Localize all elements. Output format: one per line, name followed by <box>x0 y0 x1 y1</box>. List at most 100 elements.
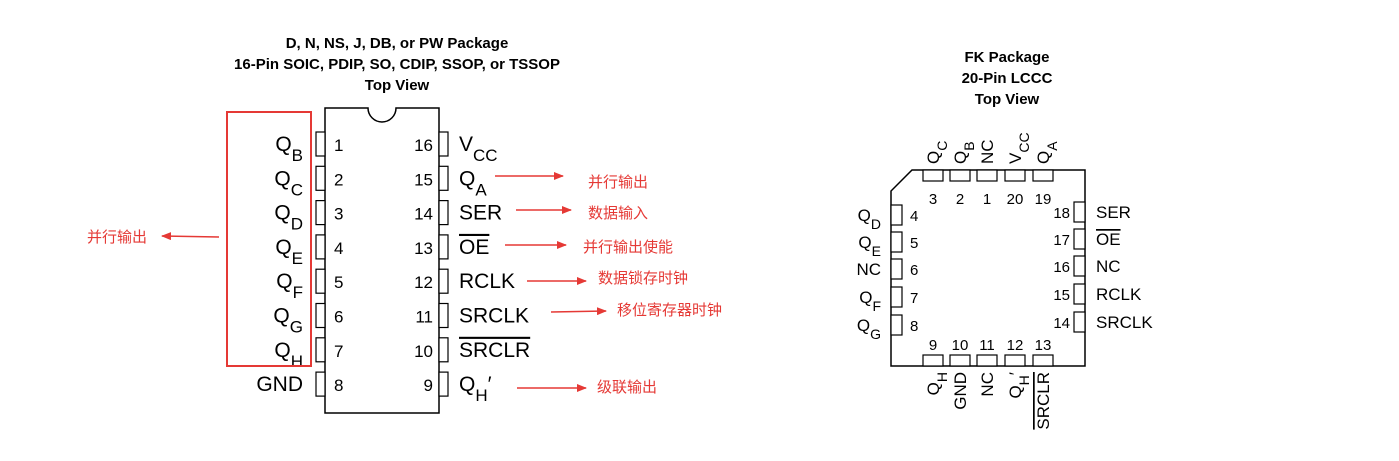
pin-label-qf: QF <box>276 270 303 302</box>
pin-label-nc: NC <box>978 372 997 397</box>
pin-label-rclk: RCLK <box>459 270 515 293</box>
pin-label-qa: QA <box>1034 141 1060 164</box>
pin-number: 14 <box>1053 315 1070 332</box>
pin-lead <box>315 337 326 363</box>
dip-pin-10: 10 SRCLR <box>414 337 530 363</box>
fk-pin-16: 16 NC <box>1053 255 1121 277</box>
pin-lead <box>315 165 326 191</box>
fk-pin-13: 13 SRCLR <box>1032 337 1054 430</box>
pin-label-rclk: RCLK <box>1096 285 1142 304</box>
pin-number: 16 <box>414 136 433 155</box>
pin-number: 16 <box>1053 259 1070 276</box>
fk-title-line-3: Top View <box>975 91 1040 108</box>
annotation-rclk: 数据锁存时钟 <box>598 269 688 287</box>
pin-lead <box>890 286 903 308</box>
pin-lead <box>890 231 903 253</box>
pin-lead <box>949 169 971 182</box>
pin-label-nc: NC <box>856 260 881 279</box>
pin-number: 8 <box>334 376 343 395</box>
pin-lead <box>438 302 449 329</box>
pin-number: 5 <box>334 273 343 292</box>
pin-label-qb: QB <box>275 133 303 165</box>
pin-number: 7 <box>910 290 918 307</box>
pin-lead <box>315 234 326 260</box>
pin-label-gnd: GND <box>951 372 970 410</box>
pin-number: 9 <box>424 376 433 395</box>
pin-label-srclr: SRCLR <box>459 339 530 362</box>
pin-number: 9 <box>929 337 937 354</box>
pin-lead <box>438 234 449 260</box>
pin-lead <box>438 371 449 397</box>
fk-title: FK Package 20-Pin LCCC Top View <box>962 49 1053 108</box>
pin-number: 18 <box>1053 205 1070 222</box>
pin-label-qh: QH <box>924 372 950 395</box>
pin-number: 13 <box>414 239 433 258</box>
pin-lead <box>1073 255 1086 277</box>
pin-lead <box>438 268 449 294</box>
dip-title-line-2: 16-Pin SOIC, PDIP, SO, CDIP, SSOP, or TS… <box>234 56 560 73</box>
pin-number: 6 <box>910 262 918 279</box>
pin-label-qd: QD <box>274 202 303 234</box>
pin-lead <box>1073 201 1086 223</box>
annotation-srclk: 移位寄存器时钟 <box>617 301 722 319</box>
fk-title-line-2: 20-Pin LCCC <box>962 70 1053 87</box>
pin-number: 17 <box>1053 232 1070 249</box>
pin-number: 7 <box>334 342 343 361</box>
pin-number: 4 <box>334 239 343 258</box>
pin-label-qh: QH′ <box>459 373 492 405</box>
pin-lead <box>922 169 944 182</box>
pin-lead <box>890 314 903 336</box>
pin-label-qf: QF <box>859 288 881 314</box>
pin-label-srclk: SRCLK <box>459 305 529 328</box>
annotation-qh-prime: 级联输出 <box>597 378 657 396</box>
pin-label-qg: QG <box>857 316 881 342</box>
pin-number: 15 <box>414 170 433 189</box>
fk-pin-6: 6 NC <box>856 258 918 280</box>
fk-pin-14: 14 SRCLK <box>1053 311 1153 333</box>
pin-lead <box>315 131 326 157</box>
pin-lead <box>976 354 998 367</box>
pin-lead <box>1032 169 1054 182</box>
pin-lead <box>949 354 971 367</box>
annotation-ser: 数据输入 <box>588 204 648 222</box>
pin-number: 19 <box>1035 191 1052 208</box>
annotation-oe: 并行输出使能 <box>583 238 673 256</box>
pin-label-oe: OE <box>1096 230 1121 249</box>
pin-lead <box>315 200 326 226</box>
pin-number: 13 <box>1035 337 1052 354</box>
pin-lead <box>1004 169 1026 182</box>
pin-number: 20 <box>1007 191 1024 208</box>
pin-lead <box>438 131 449 157</box>
dip-title-line-1: D, N, NS, J, DB, or PW Package <box>286 35 509 52</box>
pin-label-qb: QB <box>951 141 977 164</box>
pin-number: 4 <box>910 208 918 225</box>
pin-number: 12 <box>1007 337 1024 354</box>
pin-label-oe: OE <box>459 236 489 259</box>
pin-label-qe: QE <box>275 236 303 268</box>
pin-lead <box>315 268 326 294</box>
pin-lead <box>1073 228 1086 250</box>
pin-lead <box>890 258 903 280</box>
pin-label-vcc: VCC <box>459 133 498 165</box>
pin-number: 11 <box>979 337 995 354</box>
pin-label-ser: SER <box>1096 203 1131 222</box>
pin-label-qg: QG <box>273 305 303 337</box>
annotation-left-parallel: 并行输出 <box>87 228 147 246</box>
dip-pin-12: 12 RCLK <box>414 268 515 294</box>
dip-pin-14: 14 SER <box>414 200 502 226</box>
pin-label-qd: QD <box>858 206 881 232</box>
pin-number: 12 <box>414 273 433 292</box>
pin-label-nc: NC <box>1096 257 1121 276</box>
pin-number: 3 <box>929 191 937 208</box>
pin-lead <box>438 200 449 226</box>
arrow-srclk <box>550 307 607 316</box>
annotation-qa: 并行输出 <box>588 173 648 191</box>
pin-lead <box>976 169 998 182</box>
arrow-left-parallel <box>161 232 220 241</box>
pin-number: 2 <box>334 170 343 189</box>
pin-number: 2 <box>956 191 964 208</box>
pin-label-qh: QH′ <box>1006 372 1032 399</box>
pin-label-qc: QC <box>924 141 950 164</box>
pin-label-gnd: GND <box>256 373 303 396</box>
pin-label-qa: QA <box>459 167 487 199</box>
